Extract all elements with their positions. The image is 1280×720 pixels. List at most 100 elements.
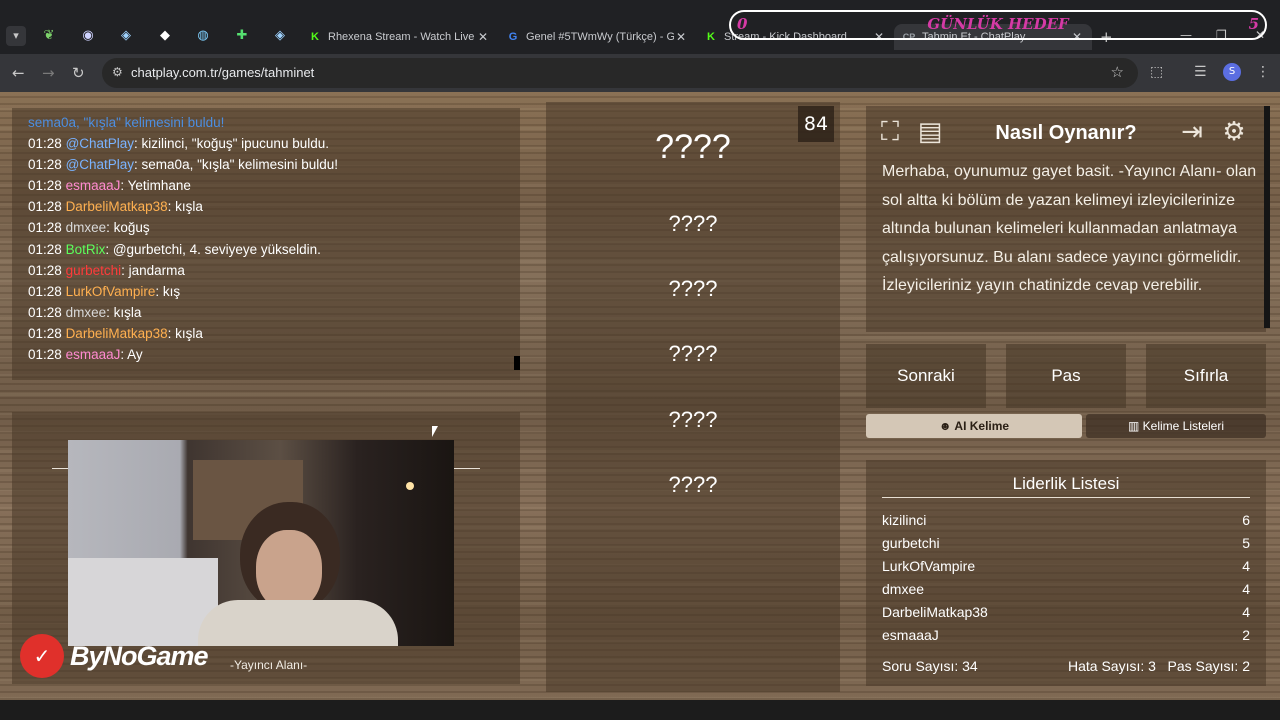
chat-username[interactable]: DarbeliMatkap38 [66, 326, 168, 341]
leaderboard-row: dmxee 4 [882, 581, 1250, 603]
leaderboard-row: gurbetchi 5 [882, 535, 1250, 557]
player-name: gurbetchi [882, 535, 940, 551]
pass-button[interactable]: Pas [1006, 344, 1126, 408]
chat-username[interactable]: LurkOfVampire [66, 284, 156, 299]
profile-avatar[interactable]: S [1223, 63, 1241, 81]
divider [454, 468, 480, 469]
forbidden-word-5: ???? [668, 472, 718, 497]
close-icon[interactable]: ✕ [674, 30, 688, 44]
menu-kebab-icon[interactable]: ⋮ [1256, 64, 1270, 80]
bookmark-star-icon[interactable]: ☆ [1111, 63, 1124, 81]
player-name: esmaaaJ [882, 627, 939, 643]
pinned-tab-7[interactable]: ◈ [265, 26, 295, 46]
chat-text: : koğuş [106, 220, 150, 236]
chat-username[interactable]: esmaaaJ [66, 178, 121, 193]
player-score: 2 [1242, 627, 1250, 643]
chat-timestamp: 01:28 [28, 304, 62, 320]
question-count: Soru Sayısı: 34 [882, 658, 978, 674]
scrollbar[interactable] [514, 356, 520, 370]
address-bar[interactable]: ⚙ chatplay.com.tr/games/tahminet ☆ [102, 58, 1138, 88]
chat-username[interactable]: @ChatPlay [66, 136, 134, 151]
chat-username[interactable]: DarbeliMatkap38 [66, 199, 168, 214]
pinned-tab-4[interactable]: ◆ [150, 26, 180, 46]
chat-username[interactable]: dmxee [66, 305, 107, 320]
pinned-tab-2[interactable]: ◉ [73, 26, 103, 46]
chat-message: 01:28 dmxee: kışla [28, 302, 504, 323]
chat-username[interactable]: BotRix [66, 242, 106, 257]
forward-arrow-icon[interactable]: → [42, 64, 55, 82]
webcam-video [68, 440, 454, 646]
leaderboard-row: kizilinci 6 [882, 512, 1250, 534]
pinned-tab-3[interactable]: ◈ [111, 26, 141, 46]
chat-panel: sema0a, "kışla" kelimesini buldu! 01:28 @… [12, 108, 520, 380]
player-name: dmxee [882, 581, 925, 597]
tab-word-lists[interactable]: ▥ Kelime Listeleri [1086, 414, 1266, 438]
chat-username[interactable]: esmaaaJ [66, 347, 121, 362]
browser-tab-genel[interactable]: G Genel #5TWmWy (Türkçe) - Ga ✕ [498, 24, 696, 50]
url-text[interactable]: chatplay.com.tr/games/tahminet [131, 65, 314, 80]
google-icon: G [508, 31, 518, 43]
main-word: ???? [655, 128, 731, 166]
reset-button[interactable]: Sıfırla [1146, 344, 1266, 408]
player-name: DarbeliMatkap38 [882, 604, 988, 620]
next-button[interactable]: Sonraki [866, 344, 986, 408]
close-icon[interactable]: ✕ [476, 30, 490, 44]
webcam-bed [68, 558, 218, 646]
globe-icon: ◍ [197, 28, 209, 43]
forbidden-word-3: ???? [668, 341, 718, 366]
mouse-cursor-icon [432, 426, 438, 437]
chat-message: 01:28 @ChatPlay: sema0a, "kışla" kelimes… [28, 154, 504, 175]
chat-username[interactable]: gurbetchi [66, 263, 122, 278]
tab-title: Rhexena Stream - Watch Live o [328, 31, 476, 43]
pass-count: Pas Sayısı: 2 [1167, 658, 1250, 674]
chat-message: 01:28 LurkOfVampire: kış [28, 281, 504, 302]
site-info-icon[interactable]: ⚙ [112, 65, 123, 79]
chat-username[interactable]: sema0a, "kışla" kelimesini buldu! [28, 115, 224, 130]
daily-goal-overlay: 0 GÜNLÜK HEDEF 5 [729, 10, 1267, 40]
pinned-tab-1[interactable]: ❦ [34, 26, 64, 46]
chat-timestamp: 01:28 [28, 136, 62, 152]
gear-icon[interactable]: ⚙ [1218, 116, 1250, 148]
bynogame-logo: ✓ ByNoGame [20, 634, 209, 678]
chat-username[interactable]: @ChatPlay [66, 157, 134, 172]
chat-text: : Yetimhane [120, 178, 191, 194]
pinned-tab-6[interactable]: ✚ [227, 26, 257, 46]
player-score: 4 [1242, 604, 1250, 620]
how-to-play-panel: ⛶ ▤ Nasıl Oynanır? ⇥ ⚙ Merhaba, oyunumuz… [866, 106, 1270, 332]
logo-text: ByNoGame [70, 640, 209, 671]
forbidden-word-2: ???? [668, 276, 718, 301]
divider [882, 497, 1250, 498]
scrollbar[interactable] [1264, 106, 1270, 328]
forbidden-word-4: ???? [668, 407, 718, 432]
tab-label: Kelime Listeleri [1142, 419, 1225, 433]
tab-search-chevron-icon[interactable]: ▾ [6, 26, 26, 46]
browser-tab-kick-watch[interactable]: K Rhexena Stream - Watch Live o ✕ [300, 24, 498, 50]
chat-timestamp: 01:28 [28, 178, 62, 194]
chat-text: : kizilinci, "koğuş" ipucunu buldu. [134, 136, 329, 152]
chat-message: sema0a, "kışla" kelimesini buldu! [28, 112, 504, 133]
player-score: 5 [1242, 535, 1250, 551]
leaderboard-row: DarbeliMatkap38 4 [882, 604, 1250, 626]
pinned-tab-5[interactable]: ◍ [188, 26, 218, 46]
webcam-person-body [198, 600, 398, 646]
chat-text: : kışla [106, 304, 142, 320]
chat-text: : kış [155, 283, 181, 299]
owl-icon: ◉ [82, 28, 94, 43]
extensions-puzzle-icon[interactable]: ⬚ [1150, 64, 1163, 80]
chat-message: 01:28 DarbeliMatkap38: kışla [28, 323, 504, 344]
chat-username[interactable]: dmxee [66, 220, 107, 235]
player-score: 4 [1242, 558, 1250, 574]
back-arrow-icon[interactable]: ← [12, 64, 25, 82]
reload-icon[interactable]: ↻ [72, 64, 85, 82]
exit-icon[interactable]: ⇥ [1176, 116, 1208, 148]
chat-text: : @gurbetchi, 4. seviyeye yükseldin. [105, 241, 321, 257]
tab-ai-word[interactable]: ☻ AI Kelime [866, 414, 1082, 438]
player-name: LurkOfVampire [882, 558, 976, 574]
reading-list-icon[interactable]: ☰ [1194, 64, 1207, 80]
puzzle-green-icon: ✚ [236, 28, 248, 43]
kick-icon: K [311, 31, 319, 43]
chat-timestamp: 01:28 [28, 199, 62, 215]
chat-timestamp: 01:28 [28, 241, 62, 257]
webcam-light [406, 482, 414, 490]
chat-timestamp: 01:28 [28, 347, 62, 363]
